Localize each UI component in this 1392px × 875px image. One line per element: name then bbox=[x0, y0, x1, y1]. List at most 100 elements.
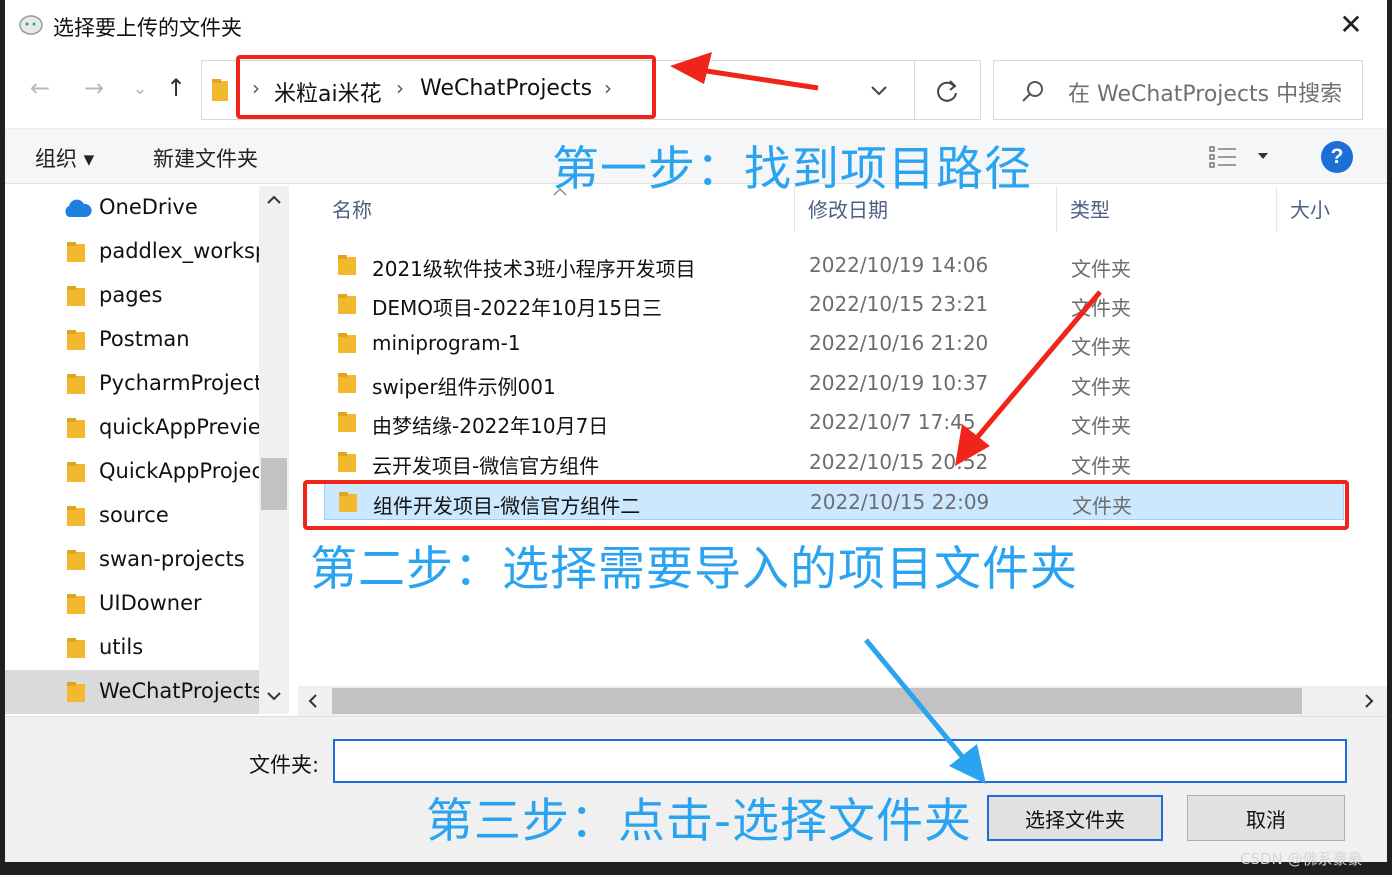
column-divider[interactable] bbox=[1056, 186, 1057, 232]
sidebar-item-label: pages bbox=[99, 283, 163, 307]
folder-icon bbox=[67, 506, 85, 526]
close-button[interactable]: ✕ bbox=[1333, 10, 1369, 42]
sidebar-item-label: quickAppPreview bbox=[99, 415, 259, 439]
sidebar-item-quickappprojects[interactable]: QuickAppProjects bbox=[5, 450, 259, 494]
file-date: 2022/10/7 17:45 bbox=[809, 410, 976, 434]
file-row[interactable]: 由梦结缘-2022年10月7日 2022/10/7 17:45 文件夹 bbox=[324, 403, 1344, 441]
column-header-size[interactable]: 大小 bbox=[1290, 194, 1330, 223]
sidebar-item-label: WeChatProjects bbox=[99, 679, 259, 703]
sidebar-item-uidowner[interactable]: UIDowner bbox=[5, 582, 259, 626]
sidebar-item-quickapppreview[interactable]: quickAppPreview bbox=[5, 406, 259, 450]
forward-button[interactable]: → bbox=[77, 74, 111, 102]
sidebar-item-source[interactable]: source bbox=[5, 494, 259, 538]
new-folder-button[interactable]: 新建文件夹 bbox=[153, 143, 258, 173]
sidebar-item-pages[interactable]: pages bbox=[5, 274, 259, 318]
file-type: 文件夹 bbox=[1071, 296, 1131, 320]
file-row[interactable]: 云开发项目-微信官方组件 2022/10/15 20:52 文件夹 bbox=[324, 443, 1344, 481]
back-button[interactable]: ← bbox=[23, 74, 57, 102]
file-name: 由梦结缘-2022年10月7日 bbox=[372, 414, 609, 438]
folder-icon bbox=[67, 286, 85, 306]
file-row[interactable]: 2021级软件技术3班小程序开发项目 2022/10/19 14:06 文件夹 bbox=[324, 246, 1344, 284]
dialog-title: 选择要上传的文件夹 bbox=[53, 16, 242, 40]
sidebar-item-swan-projects[interactable]: swan-projects bbox=[5, 538, 259, 582]
chevron-up-icon[interactable] bbox=[265, 192, 283, 208]
address-highlight-box bbox=[236, 55, 656, 119]
sidebar-item-label: UIDowner bbox=[99, 591, 202, 615]
search-icon bbox=[1022, 81, 1043, 102]
sidebar-item-postman[interactable]: Postman bbox=[5, 318, 259, 362]
folder-icon bbox=[67, 418, 85, 438]
sidebar-item-wechatprojects[interactable]: WeChatProjects bbox=[5, 670, 259, 714]
file-name: 2021级软件技术3班小程序开发项目 bbox=[372, 257, 696, 281]
file-type: 文件夹 bbox=[1071, 257, 1131, 281]
sidebar-item-label: PycharmProjects bbox=[99, 371, 259, 395]
file-date: 2022/10/16 21:20 bbox=[809, 331, 989, 355]
recent-locations-button[interactable]: ⌄ bbox=[123, 78, 157, 99]
horizontal-scrollbar[interactable] bbox=[298, 686, 1387, 716]
view-options-icon[interactable] bbox=[1209, 145, 1237, 169]
sidebar-item-pycharmprojects[interactable]: PycharmProjects bbox=[5, 362, 259, 406]
file-name: DEMO项目-2022年10月15日三 bbox=[372, 296, 663, 320]
refresh-button[interactable] bbox=[914, 61, 980, 119]
chevron-left-icon[interactable] bbox=[306, 693, 320, 709]
horizontal-scroll-thumb[interactable] bbox=[332, 688, 1302, 714]
folder-icon bbox=[67, 374, 85, 394]
navigation-bar: ← → ⌄ ↑ › 米粒ai米花 › WeChatProjects › 在 We… bbox=[5, 56, 1387, 126]
folder-name-input[interactable] bbox=[333, 739, 1347, 783]
folder-icon bbox=[338, 255, 356, 275]
sidebar-item-label: QuickAppProjects bbox=[99, 459, 259, 483]
watermark: CSDN @佛系豪豪 bbox=[1240, 850, 1363, 868]
sidebar-item-label: paddlex_workspace bbox=[99, 239, 259, 263]
column-header-name[interactable]: 名称 bbox=[332, 194, 372, 223]
file-type: 文件夹 bbox=[1071, 375, 1131, 399]
sidebar-item-label: Postman bbox=[99, 327, 190, 351]
column-header-type[interactable]: 类型 bbox=[1070, 194, 1110, 223]
file-type: 文件夹 bbox=[1071, 454, 1131, 478]
refresh-icon bbox=[937, 80, 957, 102]
file-row[interactable]: DEMO项目-2022年10月15日三 2022/10/15 23:21 文件夹 bbox=[324, 285, 1344, 323]
sidebar-scrollbar[interactable] bbox=[259, 186, 289, 714]
file-type: 文件夹 bbox=[1071, 414, 1131, 438]
sidebar-item-onedrive[interactable]: OneDrive bbox=[5, 186, 259, 230]
file-list-pane: 名称 修改日期 类型 大小 2021级软件技术3班小程序开发项目 2022/10… bbox=[298, 186, 1387, 716]
search-box[interactable]: 在 WeChatProjects 中搜索 bbox=[993, 60, 1363, 120]
sidebar-scroll-thumb[interactable] bbox=[261, 458, 287, 510]
cancel-button[interactable]: 取消 bbox=[1187, 795, 1345, 841]
column-divider[interactable] bbox=[1276, 186, 1277, 232]
close-icon: ✕ bbox=[1339, 8, 1363, 41]
folder-icon bbox=[67, 330, 85, 350]
chevron-down-icon[interactable] bbox=[864, 77, 894, 105]
file-date: 2022/10/15 20:52 bbox=[809, 450, 989, 474]
folder-icon bbox=[338, 412, 356, 432]
folder-icon bbox=[67, 550, 85, 570]
sidebar-item-utils[interactable]: utils bbox=[5, 626, 259, 670]
select-folder-button[interactable]: 选择文件夹 bbox=[987, 795, 1163, 841]
selected-folder-highlight-box bbox=[303, 480, 1349, 530]
sidebar-item-label: OneDrive bbox=[99, 195, 198, 219]
file-name: swiper组件示例001 bbox=[372, 375, 556, 399]
folder-icon bbox=[338, 452, 356, 472]
title-bar: 选择要上传的文件夹 ✕ bbox=[5, 0, 1387, 52]
folder-icon bbox=[67, 682, 85, 702]
chevron-right-icon[interactable] bbox=[1362, 693, 1376, 709]
step-three-caption: 第三步：点击-选择文件夹 bbox=[426, 794, 972, 849]
organize-menu[interactable]: 组织 ▾ bbox=[35, 143, 94, 173]
file-type: 文件夹 bbox=[1071, 335, 1131, 359]
chevron-down-icon[interactable] bbox=[265, 688, 283, 704]
up-button[interactable]: ↑ bbox=[159, 74, 193, 102]
folder-icon bbox=[67, 594, 85, 614]
folder-icon bbox=[67, 242, 85, 262]
file-row[interactable]: miniprogram-1 2022/10/16 21:20 文件夹 bbox=[324, 324, 1344, 362]
file-row[interactable]: swiper组件示例001 2022/10/19 10:37 文件夹 bbox=[324, 364, 1344, 402]
wechat-devtools-icon bbox=[19, 15, 43, 35]
file-name: 云开发项目-微信官方组件 bbox=[372, 454, 600, 478]
folder-icon bbox=[212, 79, 228, 101]
step-two-caption: 第二步：选择需要导入的项目文件夹 bbox=[310, 542, 1078, 597]
view-dropdown-icon[interactable] bbox=[1255, 149, 1271, 163]
folder-icon bbox=[338, 333, 356, 353]
sidebar-item-paddlex-workspace[interactable]: paddlex_workspace bbox=[5, 230, 259, 274]
sidebar-item-label: swan-projects bbox=[99, 547, 245, 571]
help-icon[interactable]: ? bbox=[1321, 141, 1353, 173]
folder-icon bbox=[338, 294, 356, 314]
sidebar-item-label: utils bbox=[99, 635, 144, 659]
